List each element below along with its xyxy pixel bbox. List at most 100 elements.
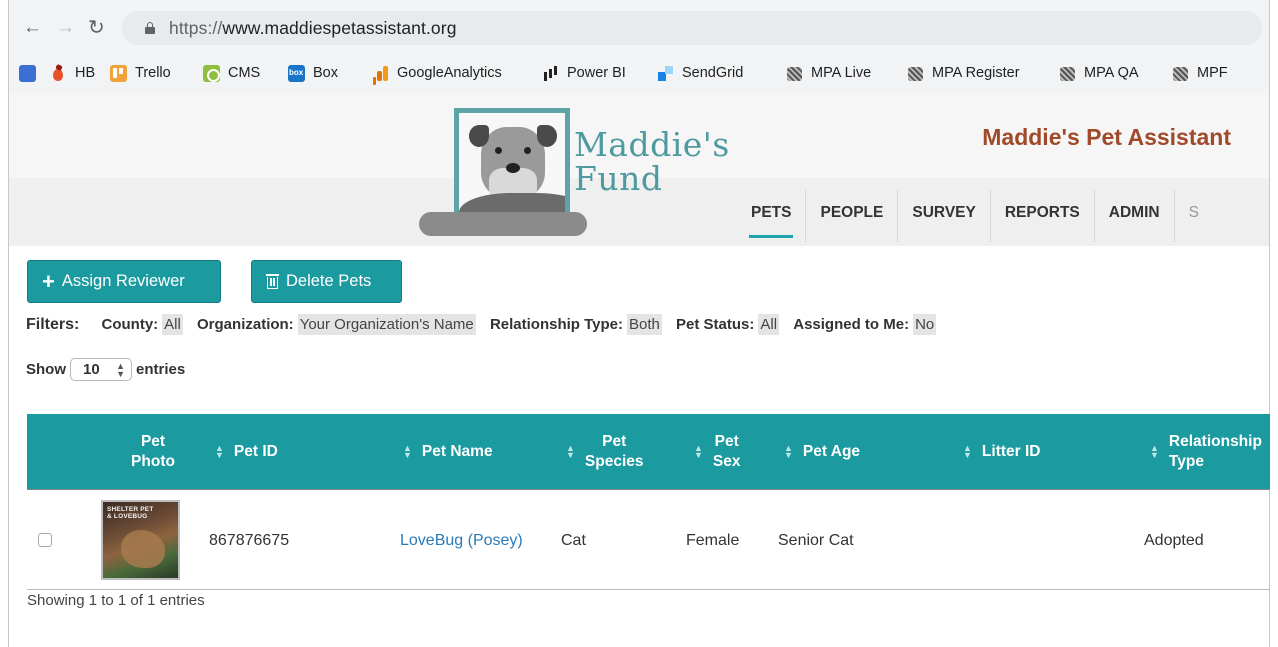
url-scheme: https://	[169, 18, 223, 38]
cell-pet-name-link[interactable]: LoveBug (Posey)	[400, 490, 523, 591]
sort-icon: ▲ ▼	[403, 442, 412, 460]
cell-pet-age: Senior Cat	[778, 531, 854, 549]
address-bar[interactable]: https://www.maddiespetassistant.org	[122, 11, 1262, 45]
trash-icon	[266, 274, 279, 289]
bookmark-mpf[interactable]: MPF	[1172, 61, 1228, 85]
main-nav: PETS PEOPLE SURVEY REPORTS ADMIN S	[737, 190, 1199, 242]
url-host: www.maddiespetassistant.org	[222, 18, 457, 38]
power-bi-icon	[542, 65, 559, 82]
col-pet-photo: Pet Photo	[123, 414, 183, 489]
maddies-fund-logo[interactable]: Maddie's Fund	[419, 108, 759, 236]
col-relationship-type[interactable]: ▲ ▼ Relationship Type	[1150, 414, 1262, 489]
col-relationship-type-line1: Relationship	[1168, 432, 1262, 450]
bookmark-hb[interactable]: HB	[50, 61, 95, 85]
bookmark-cms[interactable]: CMS	[203, 61, 260, 85]
table-header: Pet Photo ▲ ▼ Pet ID ▲ ▼ Pet Name ▲ ▼ Pet Specie…	[27, 414, 1270, 489]
filters-bar: Filters: County: All Organization: Your Or…	[26, 314, 937, 335]
app-title: Maddie's Pet Assistant	[982, 124, 1231, 150]
sort-icon: ▲ ▼	[566, 442, 575, 460]
col-pet-species[interactable]: ▲ ▼ Pet Species	[566, 414, 644, 489]
pets-table: Pet Photo ▲ ▼ Pet ID ▲ ▼ Pet Name ▲ ▼ Pet Specie…	[27, 414, 1270, 590]
table-info: Showing 1 to 1 of 1 entries	[27, 592, 205, 609]
address-row: ← → ↻ https://www.maddiespetassistant.or…	[9, 8, 1269, 48]
sort-icon: ▲ ▼	[694, 442, 703, 460]
row-select-checkbox[interactable]	[38, 533, 52, 547]
col-pet-age[interactable]: ▲ ▼ Pet Age	[784, 414, 860, 489]
entries-label: entries	[136, 361, 186, 378]
nav-reports[interactable]: REPORTS	[989, 190, 1094, 242]
bookmark-label: Trello	[135, 65, 171, 81]
forward-arrow-icon[interactable]: →	[56, 17, 75, 39]
pet-photo-thumbnail[interactable]: SHELTER PET & LOVEBUG	[101, 500, 180, 580]
col-pet-id[interactable]: ▲ ▼ Pet ID	[215, 414, 278, 489]
cell-pet-id: 867876675	[209, 531, 290, 549]
filter-assigned-to-me-value[interactable]: No	[913, 314, 937, 335]
col-pet-id-label: Pet ID	[233, 442, 278, 460]
col-pet-name[interactable]: ▲ ▼ Pet Name	[403, 414, 493, 489]
nav-people[interactable]: PEOPLE	[805, 190, 897, 242]
show-entries: Show 10 ▲ ▼ entries	[26, 358, 185, 381]
col-pet-species-line1: Pet	[602, 432, 627, 450]
entries-select[interactable]: 10 ▲ ▼	[70, 358, 132, 381]
bookmark-label: GoogleAnalytics	[397, 65, 502, 81]
filter-assigned-to-me-label: Assigned to Me:	[793, 316, 910, 333]
bookmark-sendgrid[interactable]: SendGrid	[657, 61, 743, 85]
cms-icon	[203, 64, 220, 82]
nav-pets[interactable]: PETS	[737, 190, 805, 242]
col-relationship-type-line2: Type	[1168, 452, 1204, 470]
sort-icon: ▲ ▼	[1150, 442, 1159, 460]
bookmark-mpa-qa[interactable]: MPA QA	[1059, 61, 1139, 85]
bookmark-power-bi[interactable]: Power BI	[542, 61, 626, 85]
col-pet-age-label: Pet Age	[802, 442, 861, 460]
mpa-icon	[1172, 65, 1189, 82]
bookmark-mpa-live[interactable]: MPA Live	[786, 61, 871, 85]
bookmarks-bar: HB Trello CMS Box GoogleAnalytics Power …	[9, 55, 1269, 89]
bookmark-label: Power BI	[567, 65, 626, 81]
browser-chrome: ← → ↻ https://www.maddiespetassistant.or…	[8, 0, 1270, 94]
filter-county-label: County:	[101, 316, 159, 333]
filter-relationship-type-label: Relationship Type:	[489, 316, 624, 333]
nav-survey[interactable]: SURVEY	[897, 190, 989, 242]
cell-pet-species: Cat	[561, 531, 586, 549]
assign-reviewer-label: Assign Reviewer	[61, 272, 185, 290]
bookmark-google-analytics[interactable]: GoogleAnalytics	[372, 61, 502, 85]
filter-pet-status-value[interactable]: All	[758, 314, 780, 335]
google-analytics-icon	[372, 65, 389, 82]
bookmark-label: MPA Live	[811, 65, 872, 81]
dog-paws	[419, 212, 587, 236]
col-litter-id[interactable]: ▲ ▼ Litter ID	[963, 414, 1040, 489]
google-docs-icon	[19, 64, 36, 82]
cell-pet-sex: Female	[686, 531, 740, 549]
bookmark-label: HB	[75, 65, 96, 81]
sendgrid-icon	[657, 65, 674, 82]
filter-organization-label: Organization:	[197, 316, 294, 333]
sort-icon: ▲ ▼	[784, 442, 793, 460]
filter-relationship-type-value[interactable]: Both	[627, 314, 662, 335]
bookmark-trello[interactable]: Trello	[110, 61, 171, 85]
trello-icon	[110, 64, 127, 82]
delete-pets-label: Delete Pets	[286, 272, 372, 290]
filter-organization-value[interactable]: Your Organization's Name	[297, 314, 476, 335]
col-pet-name-label: Pet Name	[421, 442, 493, 460]
logo-text: Maddie's Fund	[574, 128, 730, 196]
bookmark-google-docs[interactable]	[19, 61, 44, 85]
bookmark-label: MPA QA	[1084, 65, 1139, 81]
bookmark-box[interactable]: Box	[288, 61, 338, 85]
col-pet-photo-line1: Pet	[140, 432, 166, 450]
reload-icon[interactable]: ↻	[88, 17, 105, 39]
assign-reviewer-button[interactable]: + Assign Reviewer	[27, 260, 221, 303]
filter-county-value[interactable]: All	[162, 314, 183, 335]
table-row[interactable]: SHELTER PET & LOVEBUG 867876675 LoveBug (…	[27, 489, 1270, 590]
col-pet-sex[interactable]: ▲ ▼ Pet Sex	[694, 414, 741, 489]
nav-overflow[interactable]: S	[1173, 190, 1199, 242]
back-arrow-icon[interactable]: ←	[23, 17, 42, 39]
cell-relationship-type: Adopted	[1144, 531, 1204, 549]
bookmark-label: MPA Register	[932, 65, 1020, 81]
delete-pets-button[interactable]: Delete Pets	[251, 260, 402, 303]
col-litter-id-label: Litter ID	[981, 442, 1041, 460]
bookmark-mpa-register[interactable]: MPA Register	[907, 61, 1020, 85]
app-viewport: Maddie's Fund Maddie's Pet Assistant PET…	[8, 94, 1270, 647]
pet-photo-caption-line1: SHELTER PET	[107, 506, 154, 513]
lock-icon	[145, 22, 155, 34]
nav-admin[interactable]: ADMIN	[1093, 190, 1174, 242]
